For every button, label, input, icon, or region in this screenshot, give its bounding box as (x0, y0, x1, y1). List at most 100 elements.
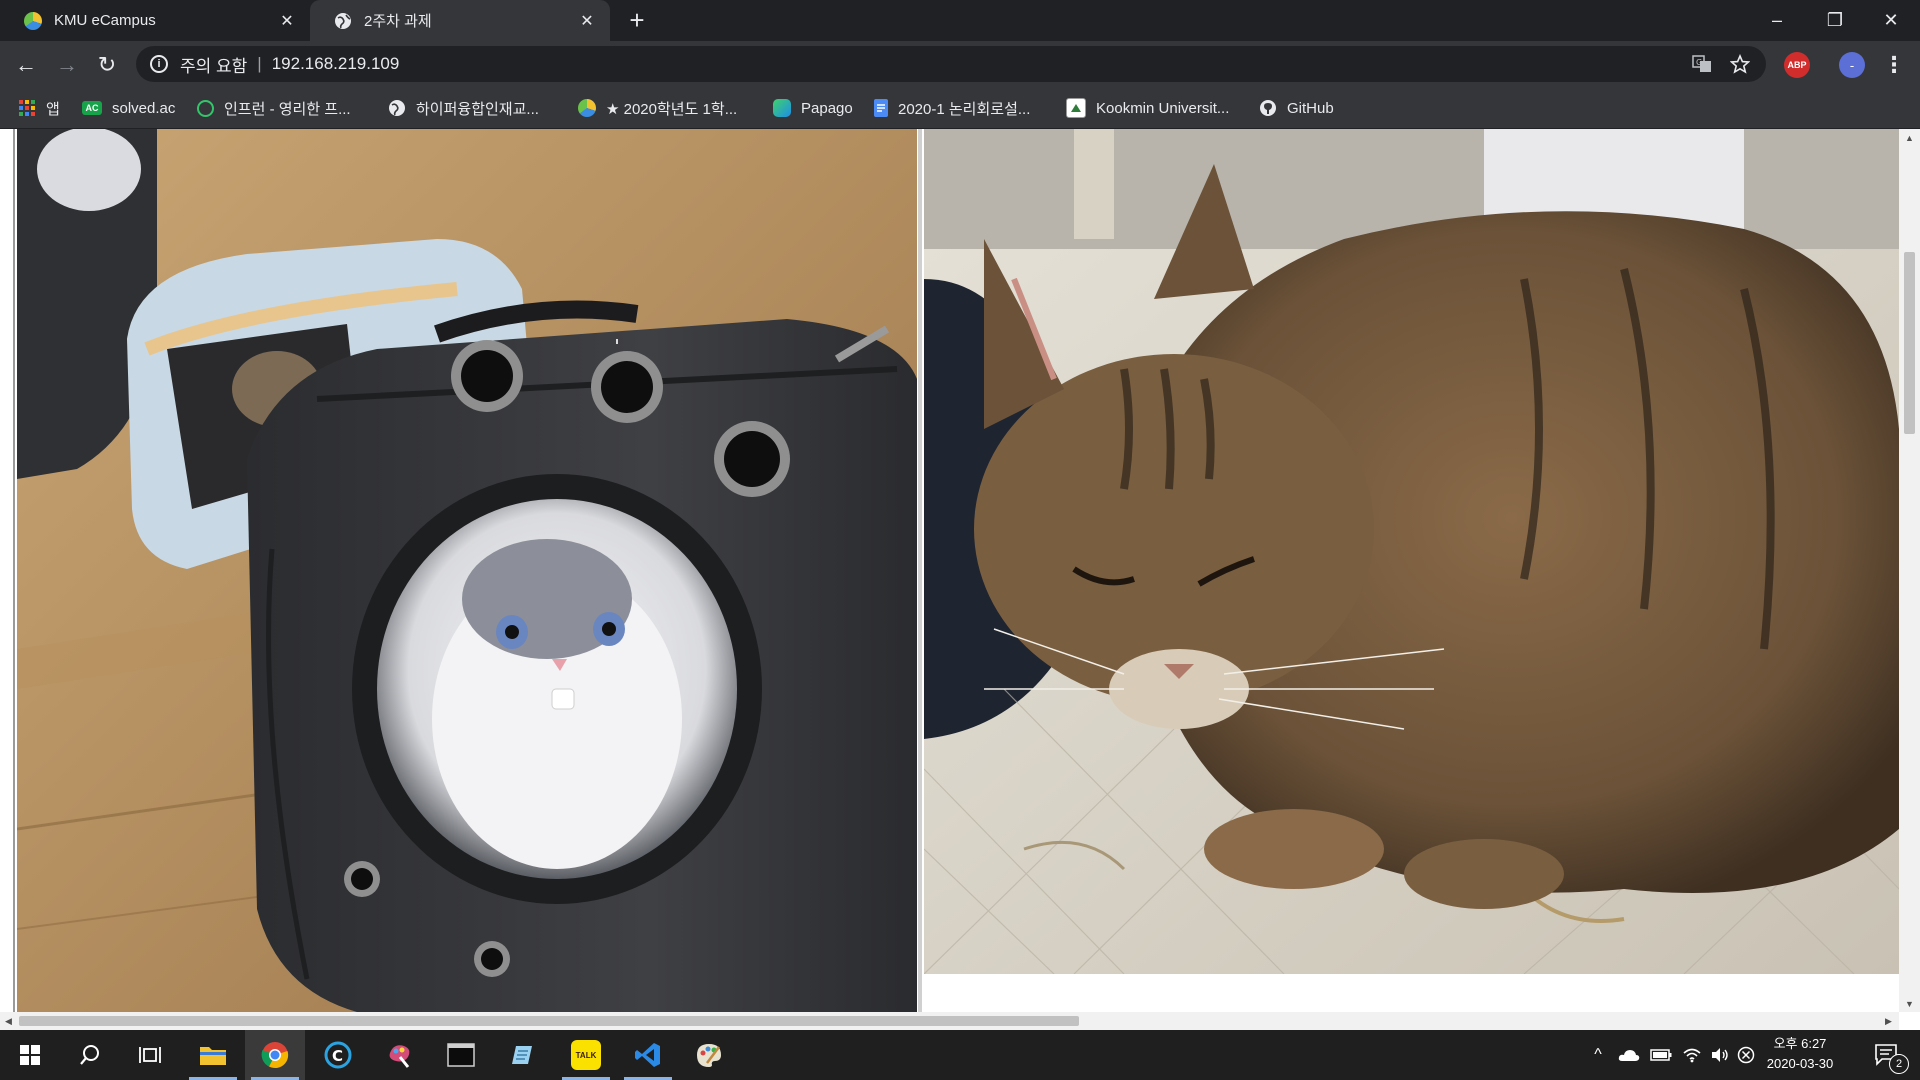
bookmark-label: GitHub (1287, 99, 1334, 117)
search-button[interactable] (60, 1030, 120, 1080)
search-icon (80, 1045, 99, 1065)
terminal-button[interactable] (431, 1030, 491, 1080)
image-divider (918, 129, 922, 1012)
minimize-button[interactable]: – (1748, 0, 1806, 41)
onedrive-icon[interactable] (1614, 1030, 1644, 1080)
bookmark-label: Papago (801, 99, 853, 117)
apps-grid-icon (18, 99, 36, 117)
bookmark-star-icon[interactable] (1730, 46, 1750, 82)
task-view-button[interactable] (120, 1030, 180, 1080)
page-edge-line (13, 129, 15, 1012)
reload-button[interactable]: ↻ (91, 49, 123, 81)
battery-icon[interactable] (1646, 1030, 1676, 1080)
bookmark-label: 앱 (46, 100, 60, 118)
globe-favicon-icon (334, 12, 352, 30)
bookmark-solved-ac[interactable]: AC solved.ac (82, 88, 175, 128)
bookmark-label: 2020-1 논리회로설... (898, 100, 1031, 118)
notepad-icon (512, 1046, 532, 1064)
wifi-icon[interactable] (1678, 1030, 1706, 1080)
c-app-icon: C (324, 1041, 352, 1069)
restore-button[interactable]: ❐ (1806, 0, 1864, 41)
bookmark-apps[interactable]: 앱 (18, 88, 60, 128)
bookmark-label: 인프런 - 영리한 프... (224, 100, 351, 118)
security-label: 주의 요함 (180, 56, 248, 76)
paint-button[interactable] (679, 1030, 739, 1080)
notification-count-badge: 2 (1889, 1054, 1909, 1074)
kakaotalk-icon: TALK (571, 1040, 601, 1070)
bookmarks-bar: 앱 AC solved.ac 인프런 - 영리한 프... 하이퍼융합인재교..… (0, 88, 1920, 129)
scroll-right-arrow-icon[interactable]: ▶ (1880, 1012, 1897, 1030)
chrome-taskbar-button[interactable] (245, 1030, 305, 1080)
bookmark-label: Kookmin Universit... (1096, 99, 1230, 117)
bookmark-logic-circuit[interactable]: 2020-1 논리회로설... (874, 88, 1030, 128)
scroll-down-arrow-icon[interactable]: ▼ (1899, 995, 1920, 1012)
kookmin-icon (1066, 98, 1086, 118)
cortana-c-button[interactable]: C (308, 1030, 368, 1080)
github-icon (1259, 99, 1277, 117)
tabby-cat-photo (924, 129, 1899, 974)
url-text[interactable]: 192.168.219.109 (272, 54, 400, 74)
bookmark-hyper-convergence[interactable]: 하이퍼융합인재교... (388, 88, 539, 128)
vscode-button[interactable] (618, 1030, 678, 1080)
browser-toolbar: ← → ↻ i 주의 요함 | 192.168.219.109 G ABP - … (0, 41, 1920, 88)
tab-title: 2주차 과제 (364, 13, 432, 30)
kakao-label: TALK (575, 1050, 597, 1060)
tab-week2-assignment[interactable]: 2주차 과제 ✕ (310, 0, 610, 41)
system-clock[interactable]: 오후 6:27 2020-03-30 (1755, 1034, 1845, 1078)
clock-date: 2020-03-30 (1766, 1056, 1834, 1071)
vscode-icon (635, 1043, 660, 1067)
scroll-up-arrow-icon[interactable]: ▲ (1899, 129, 1920, 146)
ecampus-favicon-icon (24, 11, 42, 30)
start-button[interactable] (0, 1030, 60, 1080)
tab-strip: KMU eCampus ✕ 2주차 과제 ✕ + – ❐ ✕ (0, 0, 1920, 41)
window-close-button[interactable]: ✕ (1862, 0, 1920, 41)
file-explorer-button[interactable] (183, 1030, 243, 1080)
cat-carrier-photo (17, 129, 917, 1012)
bookmark-kookmin[interactable]: Kookmin Universit... (1066, 88, 1229, 128)
tab-kmu-ecampus[interactable]: KMU eCampus ✕ (0, 0, 310, 41)
site-info-icon[interactable]: i (150, 55, 168, 73)
vertical-scroll-thumb[interactable] (1904, 252, 1915, 434)
chrome-menu-icon[interactable]: ⋮ (1880, 51, 1908, 79)
tray-overflow-chevron-icon[interactable]: ^ (1586, 1030, 1610, 1080)
globe-icon (388, 99, 406, 117)
horizontal-scrollbar[interactable]: ◀ ▶ (0, 1012, 1899, 1030)
chrome-icon (261, 1042, 289, 1069)
tab-title: KMU eCampus (54, 12, 156, 29)
address-bar[interactable]: i 주의 요함 | 192.168.219.109 G (136, 46, 1766, 82)
notepad-button[interactable] (493, 1030, 553, 1080)
bookmark-github[interactable]: GitHub (1259, 88, 1334, 128)
tab-close-icon[interactable]: ✕ (276, 10, 298, 32)
docs-icon (874, 99, 888, 117)
adblock-plus-icon[interactable]: ABP (1784, 52, 1810, 78)
kakaotalk-button[interactable]: TALK (556, 1030, 616, 1080)
bookmark-label: solved.ac (112, 99, 176, 117)
bookmark-inflearn[interactable]: 인프런 - 영리한 프... (197, 88, 351, 128)
svg-text:G: G (1696, 58, 1702, 67)
vertical-scrollbar[interactable]: ▲ ▼ (1899, 129, 1920, 1012)
paint-3d-button[interactable] (370, 1030, 430, 1080)
svg-text:C: C (332, 1047, 343, 1065)
task-view-icon (139, 1047, 161, 1063)
volume-icon[interactable] (1706, 1030, 1734, 1080)
folder-icon (200, 1047, 226, 1065)
solved-ac-icon: AC (82, 101, 102, 115)
bookmark-2020-semester[interactable]: ★ 2020학년도 1학... (578, 88, 737, 128)
horizontal-scroll-thumb[interactable] (19, 1016, 1079, 1026)
ecampus-icon (578, 99, 596, 117)
translate-icon[interactable]: G (1692, 46, 1712, 82)
profile-avatar[interactable]: - (1839, 52, 1865, 78)
papago-icon (773, 99, 791, 117)
clock-time: 오후 6:27 (1773, 1036, 1827, 1051)
terminal-icon (447, 1043, 475, 1067)
bookmark-papago[interactable]: Papago (773, 88, 853, 128)
inflearn-icon (197, 99, 214, 117)
action-center-button[interactable]: 2 (1862, 1030, 1912, 1080)
back-button[interactable]: ← (10, 49, 42, 81)
scroll-left-arrow-icon[interactable]: ◀ (0, 1012, 17, 1030)
forward-button[interactable]: → (51, 49, 83, 81)
tab-close-icon[interactable]: ✕ (576, 10, 598, 32)
windows-logo-icon (20, 1045, 40, 1065)
bookmark-label: ★ 2020학년도 1학... (606, 100, 738, 118)
new-tab-button[interactable]: + (624, 7, 650, 34)
